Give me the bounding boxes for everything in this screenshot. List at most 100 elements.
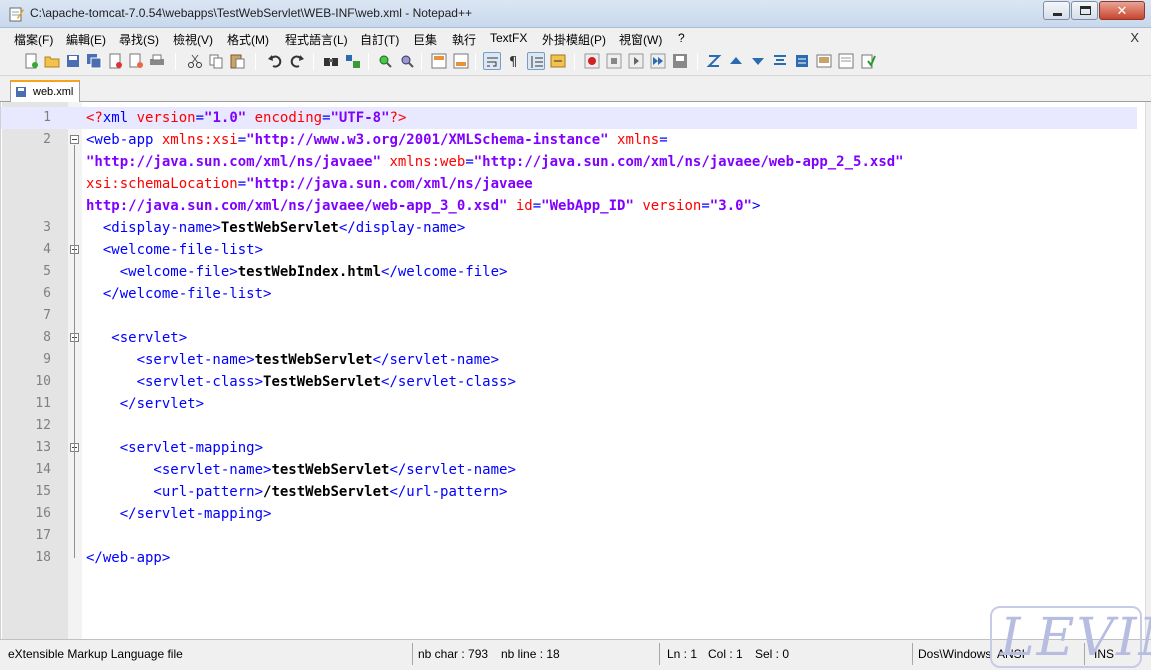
show-all-chars-icon: ¶ [509,55,517,69]
code-line[interactable]: 18 </web-app> [1,547,1137,569]
paste-button[interactable] [228,52,246,70]
find-button[interactable] [322,52,340,70]
print-icon [150,54,164,65]
collapse-button[interactable] [705,52,723,70]
sync-horizontal-button[interactable] [452,52,470,70]
close-file-icon [109,53,122,69]
code-line[interactable]: 3 <display-name>TestWebServlet</display-… [1,217,1137,239]
code-line[interactable]: 13 <servlet-mapping> [1,437,1137,459]
undo-button[interactable] [266,52,284,70]
code-token: </welcome-file> [381,264,508,280]
misc-button[interactable] [793,52,811,70]
toolbar-separator [697,53,698,70]
document-button[interactable] [837,52,855,70]
line-number: 3 [43,220,51,235]
print-button[interactable] [148,52,166,70]
close-window-button[interactable]: ✕ [1099,1,1145,20]
menu-plugins[interactable]: 外掛模組(P) [542,31,606,48]
replace-button[interactable] [344,52,362,70]
code-token: <? [86,110,103,126]
code-line[interactable]: 16 </servlet-mapping> [1,503,1137,525]
menu-view[interactable]: 檢視(V) [173,31,213,48]
spellcheck-button[interactable] [859,52,877,70]
down-arrow-button[interactable] [749,52,767,70]
cut-button[interactable] [186,52,204,70]
menu-window[interactable]: 視窗(W) [619,31,662,48]
save-button[interactable] [64,52,82,70]
open-file-button[interactable] [43,52,61,70]
tab-web-xml[interactable]: web.xml [10,80,80,102]
play-macro-button[interactable] [627,52,645,70]
menu-help[interactable]: ? [678,31,685,45]
code-line[interactable]: 17 [1,525,1137,547]
collapse-icon [706,55,722,67]
menu-search[interactable]: 尋找(S) [119,31,159,48]
code-line[interactable]: 11 </servlet> [1,393,1137,415]
menu-textfx[interactable]: TextFX [490,31,527,45]
code-line[interactable]: 7 [1,305,1137,327]
menu-run[interactable]: 執行 [452,31,476,48]
zoom-out-button[interactable] [398,52,416,70]
redo-button[interactable] [288,52,306,70]
menu-settings[interactable]: 自訂(T) [360,31,399,48]
user-language-button[interactable] [549,52,567,70]
code-text: xsi:schemaLocation="http://java.sun.com/… [86,176,533,192]
code-token: "http://java.sun.com/xml/ns/javaee" [86,154,382,170]
run-macro-multiple-icon [650,53,666,69]
close-document-button[interactable]: X [1130,30,1139,45]
code-line[interactable]: 2 <web-app xmlns:xsi="http://www.w3.org/2… [1,129,1137,151]
maximize-button[interactable] [1071,1,1098,20]
sync-vertical-button[interactable] [430,52,448,70]
sort-button[interactable] [771,52,789,70]
code-line[interactable]: 6 </welcome-file-list> [1,283,1137,305]
code-line[interactable]: 4 <welcome-file-list> [1,239,1137,261]
menu-file[interactable]: 檔案(F) [14,31,53,48]
menu-language[interactable]: 程式語言(L) [285,31,348,48]
up-arrow-button[interactable] [727,52,745,70]
copy-icon [209,54,223,69]
record-macro-icon [584,53,600,69]
menu-edit[interactable]: 編輯(E) [66,31,106,48]
zoom-in-button[interactable] [376,52,394,70]
code-text: <servlet> [86,330,187,346]
code-line[interactable]: 1 <?xml version="1.0" encoding="UTF-8"?> [1,107,1137,129]
show-all-chars-button[interactable]: ¶ [505,52,523,70]
misc-icon [796,55,808,67]
editor-area[interactable]: 1 <?xml version="1.0" encoding="UTF-8"?> 2… [0,102,1151,639]
save-macro-button[interactable] [671,52,689,70]
code-line[interactable]: 8 <servlet> [1,327,1137,349]
code-text: <servlet-class>TestWebServlet</servlet-c… [86,374,516,390]
code-line[interactable]: xsi:schemaLocation="http://java.sun.com/… [1,173,1137,195]
code-line[interactable]: 9 <servlet-name>testWebServlet</servlet-… [1,349,1137,371]
vertical-scrollbar[interactable] [1145,102,1151,639]
new-file-button[interactable] [22,52,40,70]
close-all-button[interactable] [127,52,145,70]
console-button[interactable] [815,52,833,70]
word-wrap-button[interactable] [483,52,501,70]
close-button[interactable] [106,52,124,70]
word-wrap-icon [487,57,498,67]
minimize-button[interactable] [1043,1,1070,20]
code-line[interactable]: 5 <welcome-file>testWebIndex.html</welco… [1,261,1137,283]
code-line[interactable]: 10 <servlet-class>TestWebServlet</servle… [1,371,1137,393]
code-token: id [515,198,533,214]
code-token: TestWebServlet [263,374,382,390]
menu-format[interactable]: 格式(M) [227,31,269,48]
code-line[interactable]: 14 <servlet-name>testWebServlet</servlet… [1,459,1137,481]
code-line[interactable]: "http://java.sun.com/xml/ns/javaee" xmln… [1,151,1137,173]
run-macro-multiple-button[interactable] [649,52,667,70]
stop-macro-button[interactable] [605,52,623,70]
record-macro-button[interactable] [583,52,601,70]
indent-guide-button[interactable] [527,52,545,70]
copy-button[interactable] [207,52,225,70]
fold-toggle-icon[interactable] [70,135,79,144]
code-token: /testWebServlet [263,484,390,500]
code-token: testWebIndex.html [237,264,382,280]
code-line[interactable]: 12 [1,415,1137,437]
spellcheck-icon [861,54,876,69]
code-line[interactable]: http://java.sun.com/xml/ns/javaee/web-ap… [1,195,1137,217]
redo-icon [290,55,304,68]
menu-macro[interactable]: 巨集 [413,31,437,48]
code-line[interactable]: 15 <url-pattern>/testWebServlet</url-pat… [1,481,1137,503]
save-all-button[interactable] [85,52,103,70]
